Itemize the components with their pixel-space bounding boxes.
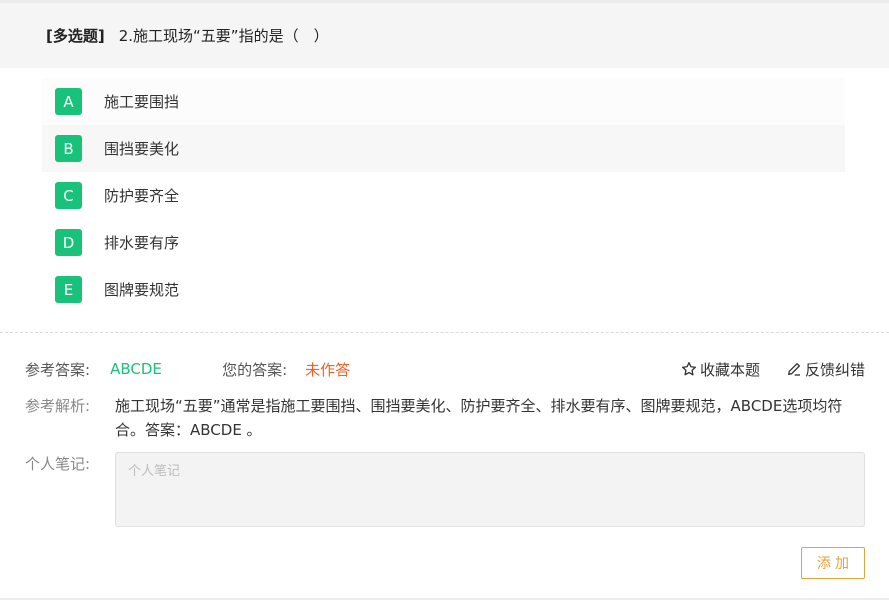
- option-letter-badge: B: [55, 135, 82, 162]
- question-type-label: [多选题]: [46, 27, 105, 45]
- option-letter-badge: E: [55, 276, 82, 303]
- feedback-label: 反馈纠错: [804, 360, 865, 379]
- analysis-row: 参考解析: 施工现场“五要”通常是指施工要围挡、围挡要美化、防护要齐全、排水要有…: [25, 394, 865, 442]
- favorite-button[interactable]: 收藏本题: [681, 359, 760, 380]
- analysis-text: 施工现场“五要”通常是指施工要围挡、围挡要美化、防护要齐全、排水要有序、图牌要规…: [115, 397, 843, 439]
- option-text: 防护要齐全: [104, 187, 180, 205]
- options-list: A 施工要围挡 B 围挡要美化 C 防护要齐全 D 排水要有序 E 图牌要规范: [42, 78, 845, 313]
- option-d[interactable]: D 排水要有序: [42, 219, 845, 266]
- option-c[interactable]: C 防护要齐全: [42, 172, 845, 219]
- pencil-icon: [787, 363, 800, 376]
- option-text: 围挡要美化: [104, 140, 180, 158]
- reference-answer-label: 参考答案:: [25, 360, 91, 379]
- notes-row: 个人笔记:: [25, 452, 865, 527]
- option-letter-badge: A: [55, 88, 82, 115]
- section-divider: [0, 332, 889, 333]
- add-note-button[interactable]: 添加: [801, 547, 865, 579]
- question-header: [多选题] 2.施工现场“五要”指的是（ ）: [0, 0, 889, 68]
- option-b[interactable]: B 围挡要美化: [42, 125, 845, 172]
- option-text: 图牌要规范: [104, 281, 180, 299]
- your-answer-value: 未作答: [305, 360, 351, 379]
- your-answer-label: 您的答案:: [222, 360, 288, 379]
- answer-row: 参考答案: ABCDE 您的答案: 未作答 收藏本题 反馈纠错: [25, 358, 865, 380]
- option-a[interactable]: A 施工要围挡: [42, 78, 845, 125]
- option-text: 排水要有序: [104, 234, 180, 252]
- option-letter-badge: C: [55, 182, 82, 209]
- star-outline-icon: [681, 362, 696, 376]
- option-text: 施工要围挡: [104, 93, 180, 111]
- notes-label: 个人笔记:: [25, 455, 91, 473]
- notes-textarea[interactable]: [115, 452, 865, 527]
- favorite-label: 收藏本题: [699, 360, 760, 379]
- reference-answer-value: ABCDE: [110, 360, 162, 378]
- question-title: 2.施工现场“五要”指的是（ ）: [118, 27, 329, 45]
- feedback-button[interactable]: 反馈纠错: [786, 359, 865, 380]
- option-e[interactable]: E 图牌要规范: [42, 266, 845, 313]
- option-letter-badge: D: [55, 229, 82, 256]
- question-actions: 收藏本题 反馈纠错: [681, 359, 865, 380]
- analysis-label: 参考解析:: [25, 397, 91, 415]
